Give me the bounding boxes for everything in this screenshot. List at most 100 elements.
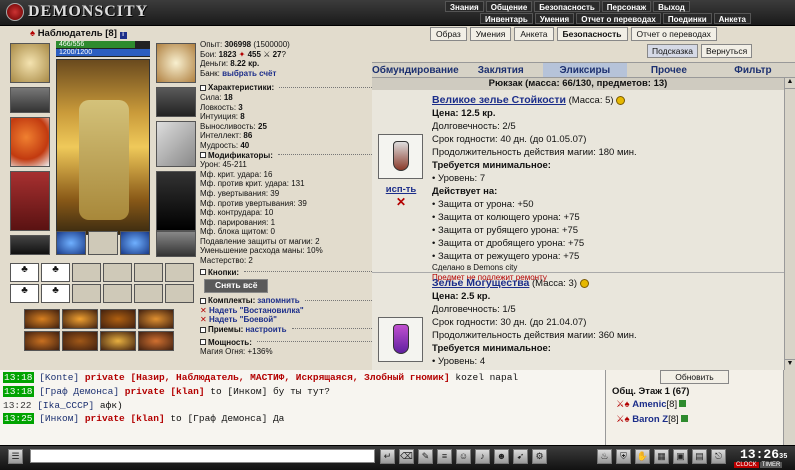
ring-slot-1[interactable] xyxy=(56,231,86,255)
chat-nick[interactable]: [Konte] xyxy=(39,372,79,383)
quick-slot[interactable] xyxy=(103,263,132,282)
top-menu-item[interactable]: Выход xyxy=(653,1,690,12)
timer-tab[interactable]: TIMER xyxy=(759,462,783,468)
ring-slot-2[interactable] xyxy=(88,231,118,255)
set-item[interactable]: ✕ Надеть "Боевой" xyxy=(200,315,372,325)
item-name[interactable]: Зелье Могущества xyxy=(432,277,529,289)
quick-slot[interactable]: ♣ xyxy=(41,284,70,303)
magic-icon[interactable] xyxy=(62,331,98,351)
characteristics-header[interactable]: Характеристики: xyxy=(200,83,372,93)
top-menu-item[interactable]: Отчет о переводах xyxy=(576,13,661,24)
sets-header[interactable]: Комплекты: запомнить xyxy=(200,296,372,306)
tab-item[interactable]: Прочее xyxy=(627,63,711,77)
quick-slot[interactable] xyxy=(134,284,163,303)
tab-item[interactable]: Эликсиры xyxy=(542,63,627,77)
collapse-icon[interactable] xyxy=(200,298,206,305)
quick-slot[interactable] xyxy=(165,263,194,282)
settings-icon[interactable]: ⚙ xyxy=(532,449,547,464)
power-header[interactable]: Мощность: xyxy=(200,338,372,348)
magic-icon[interactable] xyxy=(100,309,136,329)
modifiers-header[interactable]: Модификаторы: xyxy=(200,151,372,161)
potion-image[interactable] xyxy=(378,134,423,179)
collapse-icon[interactable] xyxy=(200,326,206,333)
magic-icon[interactable] xyxy=(138,331,174,351)
tab-item[interactable]: Обмундирование xyxy=(372,63,459,77)
bag-icon[interactable]: ▣ xyxy=(673,449,688,464)
binoculars-slot[interactable] xyxy=(10,87,50,113)
chat-log[interactable]: 13:18 [Konte] private [Назир, Наблюдател… xyxy=(0,370,605,445)
top-menu-item[interactable]: Общение xyxy=(485,1,533,12)
potion-icon[interactable]: ♨ xyxy=(597,449,612,464)
inventory-top-button[interactable]: Умения xyxy=(469,27,512,41)
character-image[interactable] xyxy=(56,59,150,235)
inventory-scrollbar[interactable]: ▲ ▼ xyxy=(784,78,795,370)
shield-slot[interactable] xyxy=(156,121,196,167)
filter-icon[interactable]: ≡ xyxy=(437,449,452,464)
quick-slot[interactable]: ♣ xyxy=(10,284,39,303)
set-item[interactable]: ✕ Надеть "Востановилка" xyxy=(200,306,372,316)
top-menu-item[interactable]: Безопасность xyxy=(534,1,600,12)
refresh-button[interactable]: Обновить xyxy=(660,370,729,384)
quick-slot[interactable]: ♣ xyxy=(41,263,70,282)
item-name[interactable]: Великое зелье Стойкости xyxy=(432,94,566,106)
helmet-slot[interactable] xyxy=(10,43,50,83)
quick-slot[interactable] xyxy=(103,284,132,303)
chat-nick[interactable]: [Ika_CCCP] xyxy=(37,400,94,411)
scroll-up-icon[interactable]: ▲ xyxy=(785,78,795,89)
earrings-slot[interactable] xyxy=(156,43,196,83)
chat-nick[interactable]: [Граф Демонса] xyxy=(39,386,119,397)
scroll-down-icon[interactable]: ▼ xyxy=(785,359,795,370)
configure-techniques-link[interactable]: настроить xyxy=(245,325,286,335)
potion-image[interactable] xyxy=(378,317,423,362)
chat-timestamp[interactable]: 13:18 xyxy=(3,385,34,397)
eraser-icon[interactable]: ✎ xyxy=(418,449,433,464)
magic-icon[interactable] xyxy=(100,331,136,351)
chat-timestamp[interactable]: 13:22 xyxy=(3,400,32,411)
magic-icon[interactable] xyxy=(62,309,98,329)
buttons-header[interactable]: Кнопки: xyxy=(200,268,372,278)
pants-slot[interactable] xyxy=(156,171,196,231)
collapse-icon[interactable] xyxy=(200,339,206,346)
sound-icon[interactable]: ♪ xyxy=(475,449,490,464)
quick-slot[interactable] xyxy=(165,284,194,303)
weapon-slot[interactable] xyxy=(10,117,50,167)
person-icon[interactable]: ☻ xyxy=(494,449,509,464)
armor-slot[interactable] xyxy=(10,171,50,231)
clear-icon[interactable]: ⌫ xyxy=(399,449,414,464)
book-icon[interactable]: ▤ xyxy=(692,449,707,464)
top-menu-item[interactable]: Анкета xyxy=(713,13,751,24)
inventory-top-button[interactable]: Образ xyxy=(430,27,467,41)
quick-slot[interactable]: ♣ xyxy=(10,263,39,282)
back-button[interactable]: Вернуться xyxy=(700,44,753,58)
hand-icon[interactable]: ✋ xyxy=(635,449,650,464)
top-menu-item[interactable]: Инвентарь xyxy=(480,13,533,24)
chat-timestamp[interactable]: 13:18 xyxy=(3,372,34,383)
top-menu-item[interactable]: Персонаж xyxy=(601,1,652,12)
top-menu-item[interactable]: Умения xyxy=(534,13,575,24)
boots-slot[interactable] xyxy=(156,231,196,257)
inventory-top-button[interactable]: Отчет о переводах xyxy=(630,27,717,41)
info-icon[interactable] xyxy=(680,415,688,422)
bank-select-link[interactable]: выбрать счёт xyxy=(222,69,276,78)
collapse-icon[interactable] xyxy=(200,269,206,276)
online-scrollbar[interactable] xyxy=(783,370,795,445)
smile-icon[interactable]: ☺ xyxy=(456,449,471,464)
chat-input[interactable] xyxy=(30,449,375,463)
techniques-header[interactable]: Приемы: настроить xyxy=(200,325,372,335)
ring-slot-3[interactable] xyxy=(120,231,150,255)
top-menu-item[interactable]: Знания xyxy=(445,1,484,12)
hint-button[interactable]: Подсказка xyxy=(647,44,698,58)
inventory-top-button[interactable]: Анкета xyxy=(514,27,554,41)
remember-set-link[interactable]: запомнить xyxy=(257,296,299,306)
magic-icon[interactable] xyxy=(24,309,60,329)
quick-slot[interactable] xyxy=(72,284,101,303)
top-menu-item[interactable]: Поединки xyxy=(662,13,712,24)
use-item-link[interactable]: исп-ть xyxy=(386,184,417,195)
exit-icon[interactable]: ⎋ xyxy=(711,449,726,464)
gloves-slot[interactable] xyxy=(156,87,196,117)
chat-nick[interactable]: [Инком] xyxy=(39,413,79,424)
online-user[interactable]: ⚔♠ Amenic[8] xyxy=(616,397,783,412)
online-user[interactable]: ⚔♠ Baron Z[8] xyxy=(616,412,783,427)
collapse-icon[interactable] xyxy=(200,152,206,159)
clock-tab[interactable]: CLOCK xyxy=(734,462,759,468)
